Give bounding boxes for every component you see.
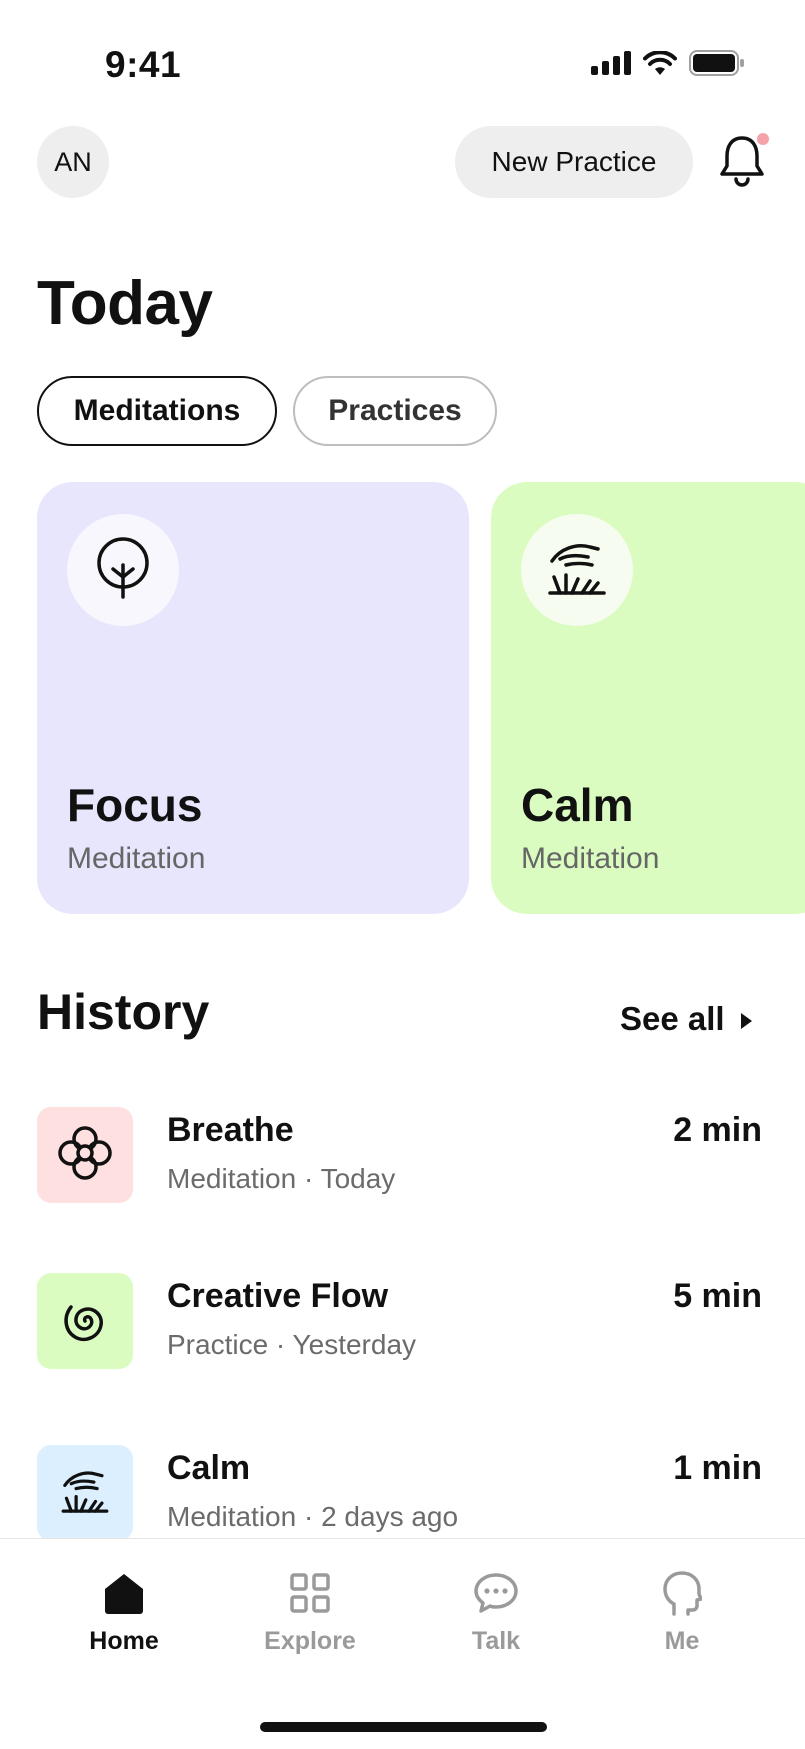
notification-badge — [757, 133, 769, 145]
history-item-creative-flow[interactable]: Creative Flow Practice · Yesterday 5 min — [37, 1273, 762, 1369]
history-thumbnail — [37, 1273, 133, 1369]
status-time: 9:41 — [105, 44, 182, 85]
signal-icon — [591, 51, 631, 80]
avatar[interactable]: AN — [37, 126, 109, 198]
history-item-duration: 2 min — [673, 1111, 762, 1149]
history-item-name: Creative Flow — [167, 1277, 389, 1315]
history-thumbnail — [37, 1107, 133, 1203]
card-title: Focus — [67, 779, 203, 831]
spiral-icon — [57, 1291, 113, 1352]
history-item-duration: 1 min — [673, 1449, 762, 1487]
hand-grass-icon — [546, 539, 608, 602]
nav-item-me[interactable]: Me — [612, 1569, 752, 1656]
chevron-right-icon — [739, 1000, 753, 1038]
nav-item-home[interactable]: Home — [54, 1569, 194, 1656]
head-profile-icon — [658, 1569, 706, 1617]
history-title: History — [37, 984, 210, 1040]
avatar-initials: AN — [54, 146, 92, 177]
history-item-name: Breathe — [167, 1111, 294, 1149]
card-icon-container — [67, 514, 179, 626]
see-all-label: See all — [620, 1000, 725, 1037]
card-subtitle: Meditation — [521, 842, 660, 875]
status-icons — [591, 49, 745, 81]
hand-grass-icon — [60, 1467, 110, 1520]
tab-practices[interactable]: Practices — [293, 376, 497, 446]
new-practice-button[interactable]: New Practice — [455, 126, 693, 198]
tab-meditations[interactable]: Meditations — [37, 376, 277, 446]
see-all-link[interactable]: See all — [620, 1000, 753, 1038]
history-item-duration: 5 min — [673, 1277, 762, 1315]
history-item-meta: Meditation · 2 days ago — [167, 1501, 459, 1532]
home-icon — [100, 1569, 148, 1617]
chat-bubble-icon — [472, 1569, 520, 1617]
history-thumbnail — [37, 1445, 133, 1541]
card-icon-container — [521, 514, 633, 626]
nav-label: Me — [664, 1627, 700, 1655]
grid-icon — [286, 1569, 334, 1617]
wifi-icon — [643, 49, 677, 81]
flower-icon — [57, 1125, 113, 1186]
nav-label: Explore — [264, 1627, 356, 1655]
nav-item-talk[interactable]: Talk — [426, 1569, 566, 1656]
history-item-name: Calm — [167, 1449, 251, 1487]
nav-item-explore[interactable]: Explore — [240, 1569, 380, 1656]
battery-icon — [689, 50, 745, 81]
card-focus[interactable]: Focus Meditation — [37, 482, 469, 914]
page-title: Today — [37, 269, 213, 338]
status-bar: 9:41 — [0, 0, 805, 100]
home-indicator — [260, 1722, 547, 1732]
tree-icon — [93, 535, 153, 606]
history-item-breathe[interactable]: Breathe Meditation · Today 2 min — [37, 1107, 762, 1203]
history-item-meta: Meditation · Today — [167, 1163, 396, 1194]
card-subtitle: Meditation — [67, 842, 206, 875]
card-calm[interactable]: Calm Meditation — [491, 482, 805, 914]
history-item-meta: Practice · Yesterday — [167, 1329, 417, 1360]
bottom-nav: Home Explore Talk Me — [0, 1538, 805, 1749]
nav-label: Home — [89, 1627, 159, 1655]
card-title: Calm — [521, 779, 634, 831]
history-item-calm[interactable]: Calm Meditation · 2 days ago 1 min — [37, 1445, 762, 1541]
nav-label: Talk — [471, 1627, 521, 1655]
